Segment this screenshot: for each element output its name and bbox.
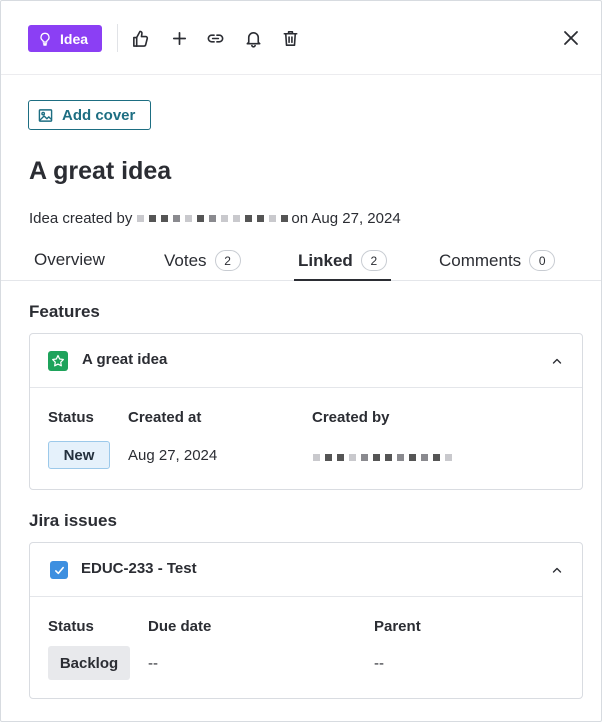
idea-type-badge[interactable]: Idea <box>28 25 102 52</box>
bell-icon <box>246 31 260 48</box>
tab-comments[interactable]: Comments 0 <box>439 250 556 271</box>
chevron-up-icon <box>552 358 562 364</box>
subscribe-button[interactable] <box>242 27 264 49</box>
parent-value: -- <box>374 655 384 672</box>
jira-issue-card: EDUC-233 - Test Status Due date Parent B… <box>29 542 583 699</box>
feature-card: A great idea Status Created at Created b… <box>29 333 583 490</box>
tab-label: Comments <box>439 250 522 270</box>
redacted-created-by <box>313 454 452 461</box>
thumbs-up-icon <box>132 30 148 47</box>
jira-issue-title[interactable]: EDUC-233 - Test <box>81 560 197 577</box>
tab-label: Linked <box>298 250 353 270</box>
idea-detail-panel: Idea Add cover A great idea Idea created… <box>0 0 602 722</box>
tab-count-badge: 0 <box>529 250 556 271</box>
toolbar-divider <box>117 24 118 52</box>
features-heading: Features <box>29 302 100 321</box>
jira-task-icon <box>50 561 68 579</box>
tab-overview[interactable]: Overview <box>34 250 105 270</box>
collapse-button[interactable] <box>549 562 565 578</box>
close-icon <box>564 31 578 45</box>
idea-title[interactable]: A great idea <box>29 157 171 186</box>
delete-button[interactable] <box>279 27 301 49</box>
due-date-label: Due date <box>148 618 212 635</box>
tab-label: Overview <box>34 250 105 269</box>
created-at-label: Created at <box>128 409 202 426</box>
chevron-up-icon <box>552 567 562 573</box>
status-label: Status <box>48 618 94 635</box>
tab-label: Votes <box>164 250 207 270</box>
status-value: New <box>63 446 95 464</box>
created-suffix: on Aug 27, 2024 <box>291 210 401 227</box>
redacted-author <box>137 215 289 222</box>
checkmark-icon <box>54 566 64 574</box>
trash-icon <box>283 30 297 46</box>
idea-type-label: Idea <box>60 30 89 47</box>
created-by-label: Created by <box>312 409 390 426</box>
parent-label: Parent <box>374 618 421 635</box>
copy-link-button[interactable] <box>204 27 226 49</box>
created-meta: Idea created by on Aug 27, 2024 <box>29 210 401 227</box>
collapse-button[interactable] <box>549 353 565 369</box>
star-icon <box>52 354 64 367</box>
tab-bar: Overview Votes 2 Linked 2 Comments 0 <box>1 241 601 281</box>
status-badge[interactable]: Backlog <box>48 646 130 680</box>
toolbar: Idea <box>1 1 601 75</box>
tab-linked[interactable]: Linked 2 <box>298 250 387 271</box>
link-icon <box>207 33 223 43</box>
jira-issues-heading: Jira issues <box>29 511 117 530</box>
add-button[interactable] <box>168 27 190 49</box>
feature-card-header[interactable]: A great idea <box>30 334 582 388</box>
upvote-button[interactable] <box>129 27 151 49</box>
active-tab-indicator <box>294 279 391 281</box>
add-cover-button[interactable]: Add cover <box>28 100 151 130</box>
jira-card-header[interactable]: EDUC-233 - Test <box>30 543 582 597</box>
status-label: Status <box>48 409 94 426</box>
tab-count-badge: 2 <box>214 250 241 271</box>
close-button[interactable] <box>560 27 582 49</box>
status-value: Backlog <box>59 654 119 672</box>
add-cover-label: Add cover <box>62 106 136 124</box>
tab-votes[interactable]: Votes 2 <box>164 250 241 271</box>
plus-icon <box>172 31 186 45</box>
lightbulb-icon <box>40 32 50 46</box>
created-prefix: Idea created by <box>29 210 133 227</box>
due-date-value: -- <box>148 655 158 672</box>
image-icon <box>38 108 53 122</box>
status-badge[interactable]: New <box>48 441 110 469</box>
feature-title[interactable]: A great idea <box>82 351 167 368</box>
feature-icon <box>48 351 68 371</box>
created-at-value: Aug 27, 2024 <box>128 447 218 464</box>
tab-count-badge: 2 <box>360 250 387 271</box>
